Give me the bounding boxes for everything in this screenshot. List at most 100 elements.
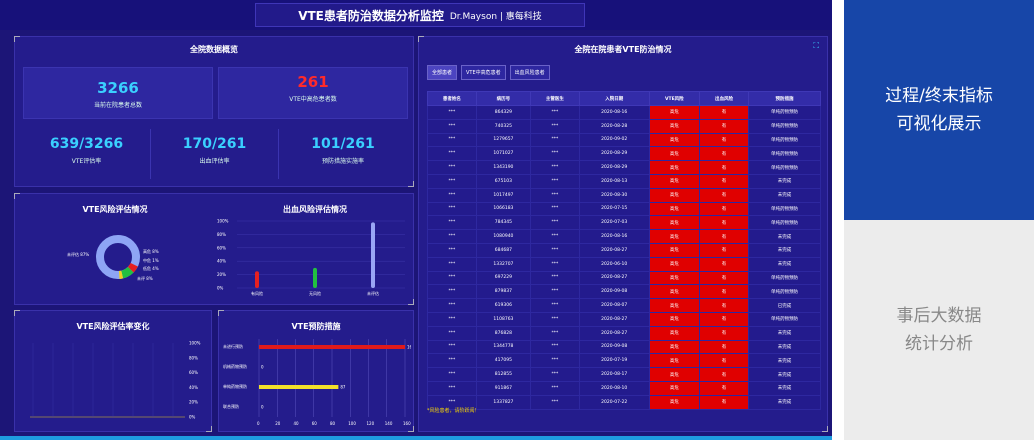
kpi-vte[interactable]: 639/3266 VTE评估率 (23, 129, 151, 179)
table-cell: *** (529, 105, 580, 120)
table-cell: 2020-08-27 (578, 270, 650, 286)
y-tick-label: 80% (217, 232, 226, 237)
column-header[interactable]: VTE风险 (648, 91, 701, 106)
total-patients-card[interactable]: 3266 当前在院患者总数 (23, 67, 213, 119)
category-label: 单纯药物预防 (223, 383, 247, 389)
table-cell: 高危 (648, 380, 701, 396)
kpi-prevent[interactable]: 101/261 预防措施实施率 (279, 129, 407, 179)
table-cell: 未完成 (747, 229, 822, 244)
side-card-big-data: 事后大数据 统计分析 (844, 220, 1034, 440)
table-cell: 高危 (648, 325, 701, 341)
table-row[interactable]: *** 1344778 *** 2020-09-08 高危有未完成 (427, 339, 822, 355)
table-row[interactable]: *** 911867 *** 2020-08-10 高危有未完成 (427, 380, 822, 396)
table-cell: *** (529, 201, 580, 217)
table-cell: 2020-07-15 (578, 201, 650, 217)
tab-vte-high[interactable]: VTE中高危患者 (461, 65, 506, 80)
bar-value-label: 87 (340, 385, 346, 390)
table-cell: *** (529, 160, 580, 175)
inpatient-title: 全院在院患者VTE防治情况 (574, 45, 672, 54)
table-cell: 未完成 (747, 173, 822, 189)
table-cell: 有 (699, 132, 749, 148)
expand-icon[interactable]: ⛶ (813, 41, 819, 51)
table-cell: 有 (699, 215, 749, 231)
tab-bleed[interactable]: 出血风险患者 (509, 65, 550, 80)
table-row[interactable]: *** 1066183 *** 2020-07-15 高危有单纯药物预防 (427, 201, 822, 217)
dashboard-screenshot: VTE患者防治数据分析监控 Dr.Mayson | 惠每科技 全院数据概览 32… (0, 0, 832, 440)
table-cell: 高危 (648, 201, 701, 217)
table-cell: 高危 (648, 146, 701, 162)
table-row[interactable]: *** 1108763 *** 2020-08-27 高危有单纯药物预防 (427, 311, 822, 327)
y-tick-label: 20% (189, 400, 198, 405)
table-cell: 未完成 (747, 394, 822, 410)
table-row[interactable]: *** 740325 *** 2020-08-28 高危有单纯药物预防 (427, 118, 822, 134)
table-row[interactable]: *** 879837 *** 2020-09-08 高危有单纯药物预防 (427, 284, 822, 300)
kpi-bleed[interactable]: 170/261 出血评估率 (151, 129, 279, 179)
kpi-bleed-value: 170/261 (182, 136, 247, 152)
table-cell: 单纯药物预防 (747, 146, 822, 162)
table-row[interactable]: *** 417095 *** 2020-07-19 高危有未完成 (427, 353, 822, 369)
x-tick-label: 40 (294, 421, 300, 426)
table-row[interactable]: *** 1279657 *** 2020-09-02 高危有单纯药物预防 (427, 132, 822, 148)
table-row[interactable]: *** 684687 *** 2020-08-27 高危有未完成 (427, 242, 822, 258)
table-row[interactable]: *** 812855 *** 2020-08-17 高危有未完成 (427, 367, 822, 382)
table-cell: 单纯药物预防 (747, 311, 822, 327)
table-cell: 2020-08-27 (578, 242, 650, 258)
column-header[interactable]: 病历号 (475, 91, 531, 106)
table-row[interactable]: *** 619306 *** 2020-08-07 高危有已完成 (427, 298, 822, 313)
donut-legend-3: 未评 8% (137, 276, 153, 281)
table-cell: 1332707 (475, 256, 531, 272)
column-header[interactable]: 预防措施 (747, 91, 822, 106)
y-tick-label: 40% (217, 259, 226, 264)
table-cell: 876828 (475, 325, 531, 341)
x-tick-label: 未评估 (367, 290, 379, 296)
table-cell: 高危 (648, 311, 701, 327)
table-cell: *** (529, 146, 580, 162)
overview-panel: 全院数据概览 3266 当前在院患者总数 261 VTE中高危患者数 639/3… (14, 36, 414, 187)
table-cell: 单纯药物预防 (747, 270, 822, 286)
table-row[interactable]: *** 697229 *** 2020-08-27 高危有单纯药物预防 (427, 270, 822, 286)
table-row[interactable]: *** 864329 *** 2020-08-16 高危有单纯药物预防 (427, 105, 822, 120)
table-cell: *** (529, 229, 580, 244)
table-row[interactable]: *** 876828 *** 2020-08-27 高危有未完成 (427, 325, 822, 341)
y-tick-label: 60% (189, 370, 198, 375)
table-cell: *** (529, 284, 580, 300)
tab-all[interactable]: 全部患者 (427, 65, 458, 80)
table-row[interactable]: *** 675103 *** 2020-08-13 高危有未完成 (427, 173, 822, 189)
x-tick-label: 160 (403, 421, 411, 426)
table-row[interactable]: *** 1080940 *** 2020-08-16 高危有未完成 (427, 229, 822, 244)
column-header[interactable]: 主管医生 (529, 91, 580, 106)
table-row[interactable]: *** 1343190 *** 2020-08-29 高危有单纯药物预防 (427, 160, 822, 175)
table-cell: *** (427, 298, 477, 313)
table-cell: *** (427, 118, 477, 134)
donut-left-label: 未评估 87% (67, 252, 90, 257)
y-tick-label: 60% (217, 245, 226, 250)
table-footnote: *风险患者，请阶跃阅！ (427, 408, 480, 414)
x-tick-label: 有风险 (251, 290, 263, 296)
table-cell: 有 (699, 105, 749, 120)
table-cell: 高危 (648, 270, 701, 286)
table-cell: 有 (699, 187, 749, 203)
table-cell: *** (529, 173, 580, 189)
x-tick-label: 140 (385, 421, 393, 426)
table-row[interactable]: *** 1332707 *** 2020-06-10 高危有未完成 (427, 256, 822, 272)
trend-panel: VTE风险评估率变化 100% 80% 60% 40% 20% 0% (14, 310, 212, 432)
table-cell: *** (427, 353, 477, 369)
column-header[interactable]: 出血风险 (699, 91, 749, 106)
table-row[interactable]: *** 1071027 *** 2020-08-29 高危有单纯药物预防 (427, 146, 822, 162)
table-cell: *** (427, 146, 477, 162)
table-row[interactable]: *** 1017497 *** 2020-08-30 高危有未完成 (427, 187, 822, 203)
bar-value-label: 160 (407, 345, 411, 350)
high-risk-card[interactable]: 261 VTE中高危患者数 (218, 67, 408, 119)
table-row[interactable]: *** 784345 *** 2020-07-03 高危有单纯药物预防 (427, 215, 822, 231)
x-tick-label: 20 (275, 421, 281, 426)
table-cell: 2020-08-27 (578, 311, 650, 327)
bar (371, 222, 375, 288)
table-row[interactable]: *** 1337827 *** 2020-07-22 高危有未完成 (427, 394, 822, 410)
y-tick-label: 100% (189, 341, 201, 346)
table-cell: 2020-08-17 (578, 367, 650, 382)
column-header[interactable]: 患者姓名 (427, 91, 477, 106)
table-cell: *** (427, 242, 477, 258)
table-cell: *** (529, 380, 580, 396)
risk-charts-panel: VTE风险评估情况 出血风险评估情况 未评估 87% 高危 8% 中危 1% 低… (14, 193, 414, 305)
column-header[interactable]: 入院日期 (578, 91, 650, 106)
